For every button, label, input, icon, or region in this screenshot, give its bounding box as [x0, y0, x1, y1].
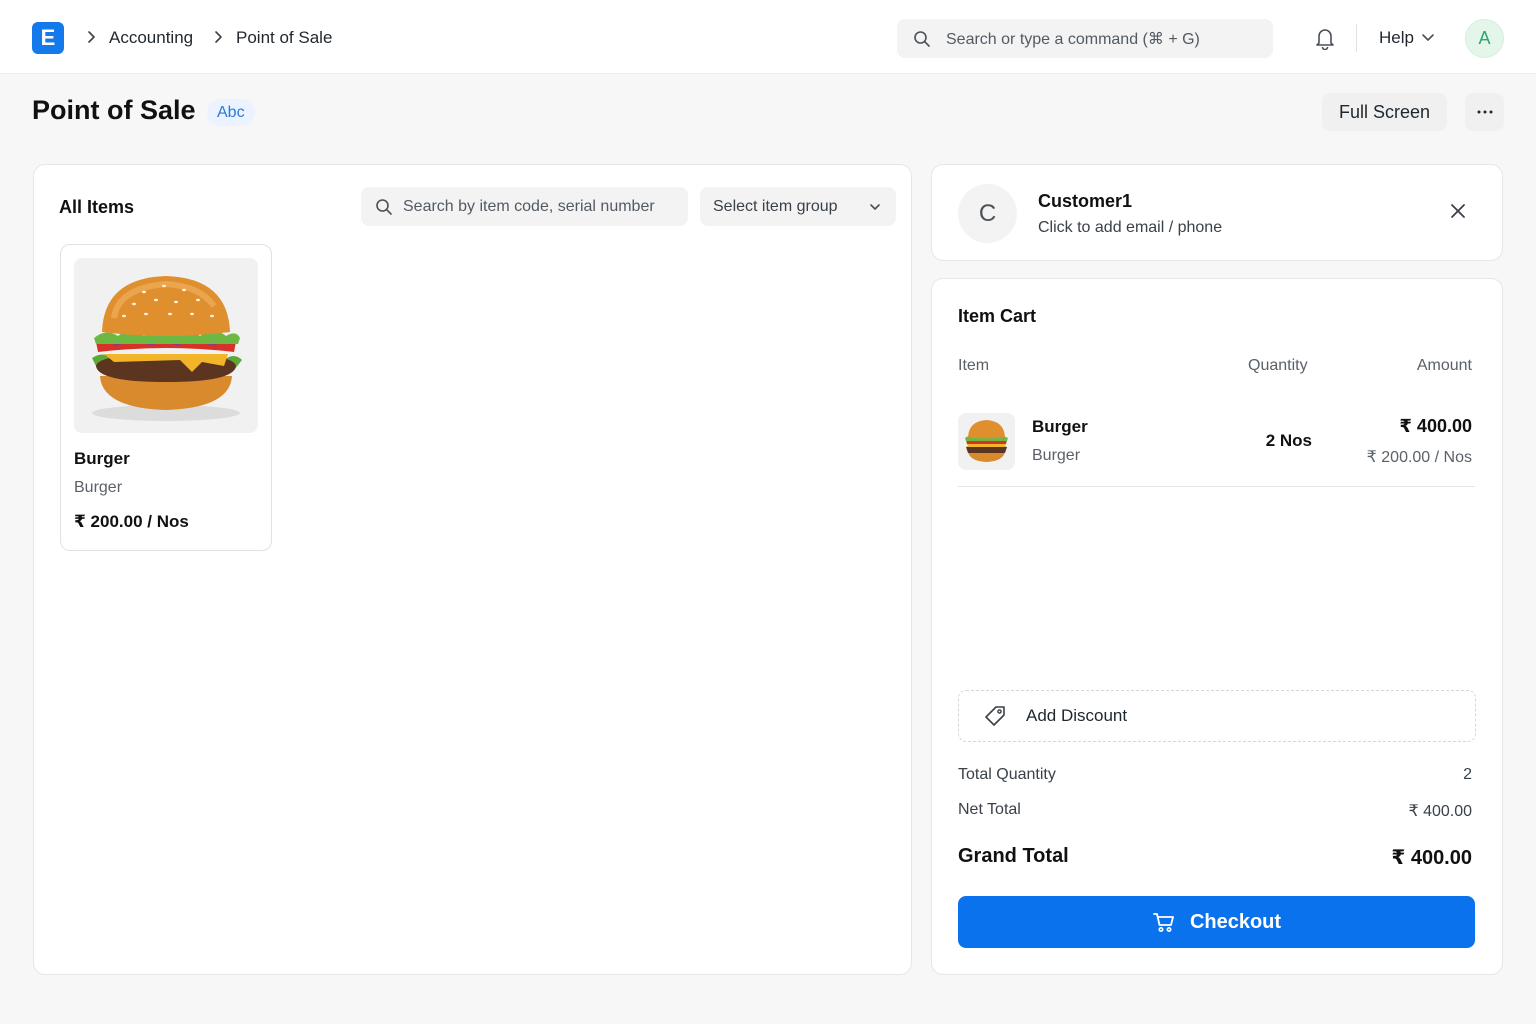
item-price: ₹ 200.00 / Nos — [74, 512, 189, 531]
items-panel: All Items Search by item code, serial nu… — [33, 164, 912, 975]
item-group-select[interactable]: Select item group — [700, 187, 896, 226]
customer-name: Customer1 — [1038, 191, 1133, 211]
cart-item-image — [958, 413, 1015, 470]
chevron-down-icon — [1422, 34, 1434, 41]
command-search-placeholder: Search or type a command (⌘ + G) — [946, 31, 1200, 48]
burger-image — [74, 258, 258, 433]
notification-bell-icon[interactable] — [1314, 26, 1336, 50]
item-search-input[interactable]: Search by item code, serial number — [361, 187, 688, 226]
command-search-input[interactable]: Search or type a command (⌘ + G) — [897, 19, 1273, 58]
pos-profile-badge: Abc — [207, 99, 255, 126]
more-actions-button[interactable] — [1465, 93, 1504, 131]
tag-icon — [985, 706, 1005, 726]
app-logo[interactable]: E — [32, 22, 64, 54]
cart-item-group: Burger — [1032, 447, 1081, 464]
total-quantity-value: 2 — [1463, 766, 1472, 783]
customer-contact-prompt[interactable]: Click to add email / phone — [1038, 219, 1222, 237]
close-icon[interactable] — [1450, 203, 1466, 219]
search-icon — [914, 31, 930, 47]
net-total-value: ₹ 400.00 — [1408, 803, 1472, 820]
customer-avatar: C — [958, 184, 1017, 243]
user-avatar[interactable]: A — [1465, 19, 1504, 58]
row-divider — [958, 486, 1475, 487]
net-total-label: Net Total — [958, 801, 1021, 818]
navbar-divider — [1356, 24, 1357, 52]
column-header-item: Item — [958, 357, 990, 374]
item-card-burger[interactable]: Burger Burger ₹ 200.00 / Nos — [60, 244, 272, 551]
item-group-placeholder: Select item group — [713, 198, 838, 215]
grand-total-label: Grand Total — [958, 845, 1069, 867]
checkout-button[interactable]: Checkout — [958, 896, 1475, 948]
more-dots-icon — [1477, 110, 1492, 114]
breadcrumb-point-of-sale[interactable]: Point of Sale — [236, 28, 332, 48]
add-discount-label: Add Discount — [1026, 706, 1128, 725]
add-discount-button[interactable]: Add Discount — [958, 690, 1476, 742]
cart-item-amount: ₹ 400.00 — [1399, 416, 1472, 436]
cart-item-quantity: 2 Nos — [1265, 431, 1312, 450]
total-quantity-label: Total Quantity — [958, 766, 1056, 783]
items-heading: All Items — [59, 197, 135, 217]
breadcrumb-accounting[interactable]: Accounting — [109, 28, 193, 48]
chevron-down-icon — [870, 204, 880, 210]
cart-item-rate: ₹ 200.00 / Nos — [1366, 449, 1472, 466]
item-cart-panel: Item Cart Item Quantity Amount Burger Bu… — [931, 278, 1503, 975]
column-header-amount: Amount — [1416, 357, 1472, 374]
cart-item-name: Burger — [1032, 417, 1088, 436]
checkout-label: Checkout — [1189, 910, 1282, 933]
navbar: E Accounting Point of Sale Search or typ… — [0, 0, 1536, 74]
customer-panel[interactable]: C Customer1 Click to add email / phone — [931, 164, 1503, 261]
item-search-placeholder: Search by item code, serial number — [403, 198, 655, 215]
column-header-quantity: Quantity — [1248, 357, 1308, 374]
grand-total-value: ₹ 400.00 — [1391, 847, 1472, 869]
chevron-right-icon — [215, 31, 222, 43]
item-name: Burger — [74, 449, 130, 468]
help-menu[interactable]: Help — [1379, 28, 1414, 48]
search-icon — [376, 199, 392, 215]
page-title: Point of Sale — [32, 95, 196, 125]
item-group: Burger — [74, 479, 123, 496]
full-screen-button[interactable]: Full Screen — [1322, 93, 1447, 131]
cart-heading: Item Cart — [958, 306, 1037, 326]
cart-icon — [1153, 913, 1174, 932]
chevron-right-icon — [88, 31, 95, 43]
